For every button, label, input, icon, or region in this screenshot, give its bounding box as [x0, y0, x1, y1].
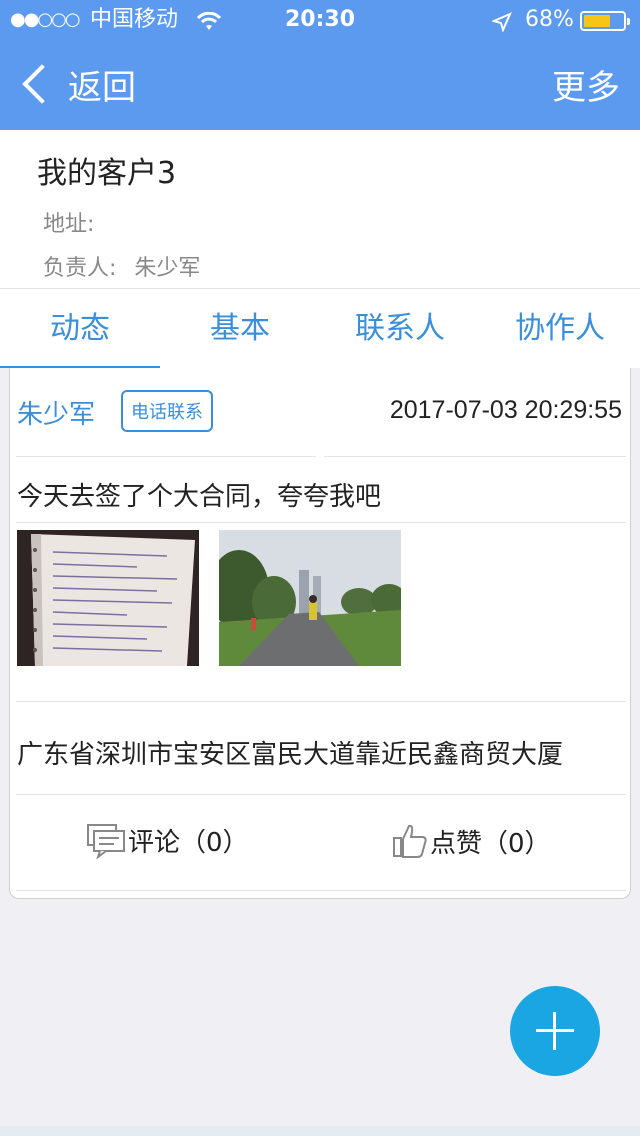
post-content: 今天去签了个大合同，夸夸我吧: [17, 482, 382, 512]
battery-percent: 68%: [525, 7, 574, 32]
chevron-left-icon: [22, 64, 62, 104]
top-bar: ●●○○○ 中国移动 20:30 68% 返回 更多: [0, 0, 640, 130]
like-label: 点赞（0）: [430, 828, 551, 859]
back-label: 返回: [68, 67, 136, 108]
battery-fill: [584, 15, 610, 27]
tab-collaborators[interactable]: 协作人: [480, 289, 640, 368]
bottom-edge: [0, 1126, 640, 1136]
post-author[interactable]: 朱少军: [17, 394, 95, 431]
divider: [16, 456, 316, 457]
post-actions: 评论（0） 点赞（0）: [10, 804, 632, 884]
owner-value: 朱少军: [134, 256, 201, 281]
contact-type-badge: 电话联系: [121, 390, 213, 432]
activity-card: 朱少军 电话联系 2017-07-03 20:29:55 今天去签了个大合同，夸…: [9, 368, 631, 899]
owner-label: 负责人:: [43, 256, 117, 281]
divider: [16, 890, 626, 891]
address-label: 地址:: [43, 212, 95, 237]
post-location: 广东省深圳市宝安区富民大道靠近民鑫商贸大厦: [17, 740, 564, 770]
divider: [16, 794, 626, 795]
location-arrow-icon: [491, 0, 512, 40]
tab-contacts[interactable]: 联系人: [320, 289, 480, 368]
divider: [16, 522, 626, 523]
back-button[interactable]: 返回: [18, 58, 136, 110]
photo-thumbnail-notebook[interactable]: [17, 530, 199, 666]
battery-icon: [580, 11, 630, 31]
like-button[interactable]: 点赞（0）: [392, 822, 551, 860]
comment-button[interactable]: 评论（0）: [86, 822, 249, 859]
post-timestamp: 2017-07-03 20:29:55: [389, 396, 622, 424]
photo-thumbnail-park[interactable]: [219, 530, 401, 666]
status-bar: ●●○○○ 中国移动 20:30 68%: [0, 0, 640, 40]
customer-header: 我的客户3 地址: 负责人: 朱少军: [0, 130, 640, 288]
comment-icon: [87, 823, 125, 859]
more-button[interactable]: 更多: [552, 60, 620, 109]
tab-bar: 动态 基本 联系人 协作人: [0, 288, 640, 368]
tab-basic[interactable]: 基本: [160, 289, 320, 368]
divider: [324, 456, 626, 457]
customer-name: 我的客户3: [37, 156, 177, 191]
customer-owner: 负责人: 朱少军: [43, 250, 200, 282]
tab-activity[interactable]: 动态: [0, 289, 160, 368]
divider: [16, 701, 626, 702]
add-button[interactable]: [510, 986, 600, 1076]
comment-label: 评论（0）: [128, 828, 249, 858]
customer-address: 地址:: [43, 206, 94, 238]
thumbs-up-icon: [393, 824, 427, 858]
